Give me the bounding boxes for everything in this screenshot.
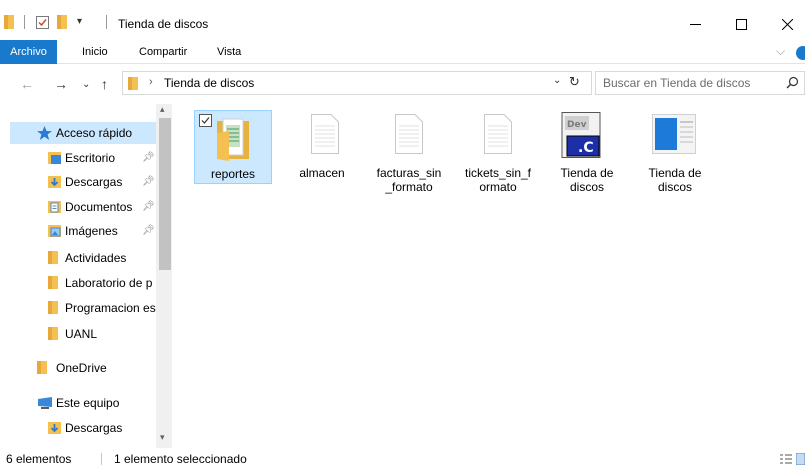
file-item-tienda-project[interactable]: Tienda de discos [636, 110, 714, 194]
search-input[interactable]: Buscar en Tienda de discos [603, 76, 750, 90]
folder-icon [48, 301, 58, 314]
close-button[interactable] [764, 8, 805, 40]
nav-item-descargas[interactable]: Descargas 📌︎ [10, 171, 156, 193]
divider [24, 15, 25, 29]
up-arrow-icon[interactable]: ↑ [101, 76, 108, 92]
document-icon [311, 114, 339, 154]
document-icon [484, 114, 512, 154]
recent-locations-chevron-icon[interactable]: ⌄ [82, 79, 90, 90]
select-checkbox[interactable] [199, 114, 212, 127]
title-bar: ▾ Tienda de discos [0, 0, 805, 40]
ribbon-tabs: Archivo Inicio Compartir Vista ⌵ [0, 40, 805, 64]
search-box[interactable]: Buscar en Tienda de discos [595, 71, 805, 95]
window-title: Tienda de discos [118, 17, 209, 31]
details-view-icon[interactable] [780, 453, 792, 465]
folder-icon [48, 327, 58, 340]
file-item-almacen[interactable]: almacen [283, 110, 361, 184]
search-icon[interactable] [786, 76, 799, 89]
file-item-facturas[interactable]: facturas_sin _formato [370, 110, 448, 194]
folder-icon [48, 276, 58, 289]
nav-item-laboratorio[interactable]: Laboratorio de p [10, 272, 156, 294]
nav-item-uanl[interactable]: UANL [10, 323, 156, 345]
forward-arrow-icon[interactable]: → [54, 76, 68, 92]
nav-item-documentos[interactable]: Documentos 📌︎ [10, 196, 156, 218]
nav-item-descargas-pc[interactable]: Descargas [10, 417, 156, 439]
scroll-up-icon[interactable]: ▴ [160, 104, 165, 115]
scroll-down-icon[interactable]: ▾ [160, 432, 165, 443]
item-count: 6 elementos [6, 452, 72, 466]
documents-folder-icon [48, 201, 61, 213]
breadcrumb-current[interactable]: Tienda de discos [164, 76, 254, 90]
this-pc-icon [37, 397, 53, 409]
breadcrumb-chevron-icon[interactable]: › [149, 76, 153, 88]
downloads-folder-icon [48, 422, 61, 434]
navigation-pane: Acceso rápido Escritorio 📌︎ Descargas 📌︎… [0, 104, 172, 448]
divider [106, 15, 107, 29]
project-file-icon [652, 114, 696, 154]
pin-icon: 📌︎ [142, 176, 155, 187]
downloads-folder-icon [48, 176, 61, 188]
onedrive-folder-icon [37, 361, 47, 374]
selection-status: 1 elemento seleccionado [114, 452, 247, 466]
tab-compartir[interactable]: Compartir [139, 40, 187, 64]
refresh-icon[interactable]: ↻ [569, 74, 580, 90]
folder-icon [128, 76, 140, 90]
file-label: Tienda de discos [560, 166, 614, 194]
file-label: almacen [299, 166, 345, 180]
customize-quick-access-icon[interactable]: ▾ [77, 16, 82, 32]
folder-icon [215, 117, 251, 161]
nav-item-escritorio[interactable]: Escritorio 📌︎ [10, 147, 156, 169]
large-icons-view-icon[interactable] [796, 453, 805, 465]
folder-icon [4, 14, 16, 30]
file-label: Tienda de discos [648, 166, 702, 194]
new-folder-icon[interactable] [57, 14, 69, 30]
file-label: facturas_sin _formato [376, 166, 442, 194]
minimize-button[interactable] [672, 8, 718, 40]
svg-text:Dev: Dev [567, 120, 587, 130]
svg-text:.C: .C [578, 140, 594, 156]
nav-item-este-equipo[interactable]: Este equipo [10, 392, 156, 414]
file-item-reportes[interactable]: reportes [194, 110, 272, 184]
nav-item-acceso-rapido[interactable]: Acceso rápido [10, 122, 156, 144]
back-arrow-icon[interactable]: ← [20, 76, 34, 92]
star-icon [37, 126, 52, 140]
help-icon[interactable] [796, 46, 805, 60]
file-item-tienda-c[interactable]: Dev .C Tienda de discos [548, 110, 626, 194]
pin-icon: 📌︎ [142, 201, 155, 212]
scrollbar-thumb[interactable] [159, 118, 171, 270]
divider [101, 453, 102, 465]
desktop-folder-icon [48, 152, 61, 164]
pin-icon: 📌︎ [142, 152, 155, 163]
nav-item-programacion[interactable]: Programacion es [10, 297, 156, 319]
address-bar[interactable]: › Tienda de discos ⌄ ↻ [122, 71, 592, 95]
expand-ribbon-icon[interactable]: ⌵ [776, 44, 785, 59]
document-icon [395, 114, 423, 154]
address-dropdown-icon[interactable]: ⌄ [553, 75, 561, 86]
file-label: tickets_sin_f ormato [464, 166, 532, 194]
nav-item-onedrive[interactable]: OneDrive [10, 357, 156, 379]
properties-checkbox-icon[interactable] [36, 16, 49, 32]
file-label: reportes [210, 167, 256, 181]
file-item-tickets[interactable]: tickets_sin_f ormato [459, 110, 537, 194]
folder-icon [48, 251, 58, 264]
tab-archivo[interactable]: Archivo [0, 40, 57, 64]
pin-icon: 📌︎ [142, 225, 155, 236]
maximize-button[interactable] [718, 8, 764, 40]
tab-inicio[interactable]: Inicio [82, 40, 108, 64]
nav-item-imagenes[interactable]: Imágenes 📌︎ [10, 220, 156, 242]
status-bar: 6 elementos 1 elemento seleccionado [0, 448, 805, 470]
c-source-file-icon: Dev .C [561, 112, 601, 158]
pictures-folder-icon [48, 225, 61, 237]
nav-item-actividades[interactable]: Actividades [10, 247, 156, 269]
tab-vista[interactable]: Vista [217, 40, 241, 64]
